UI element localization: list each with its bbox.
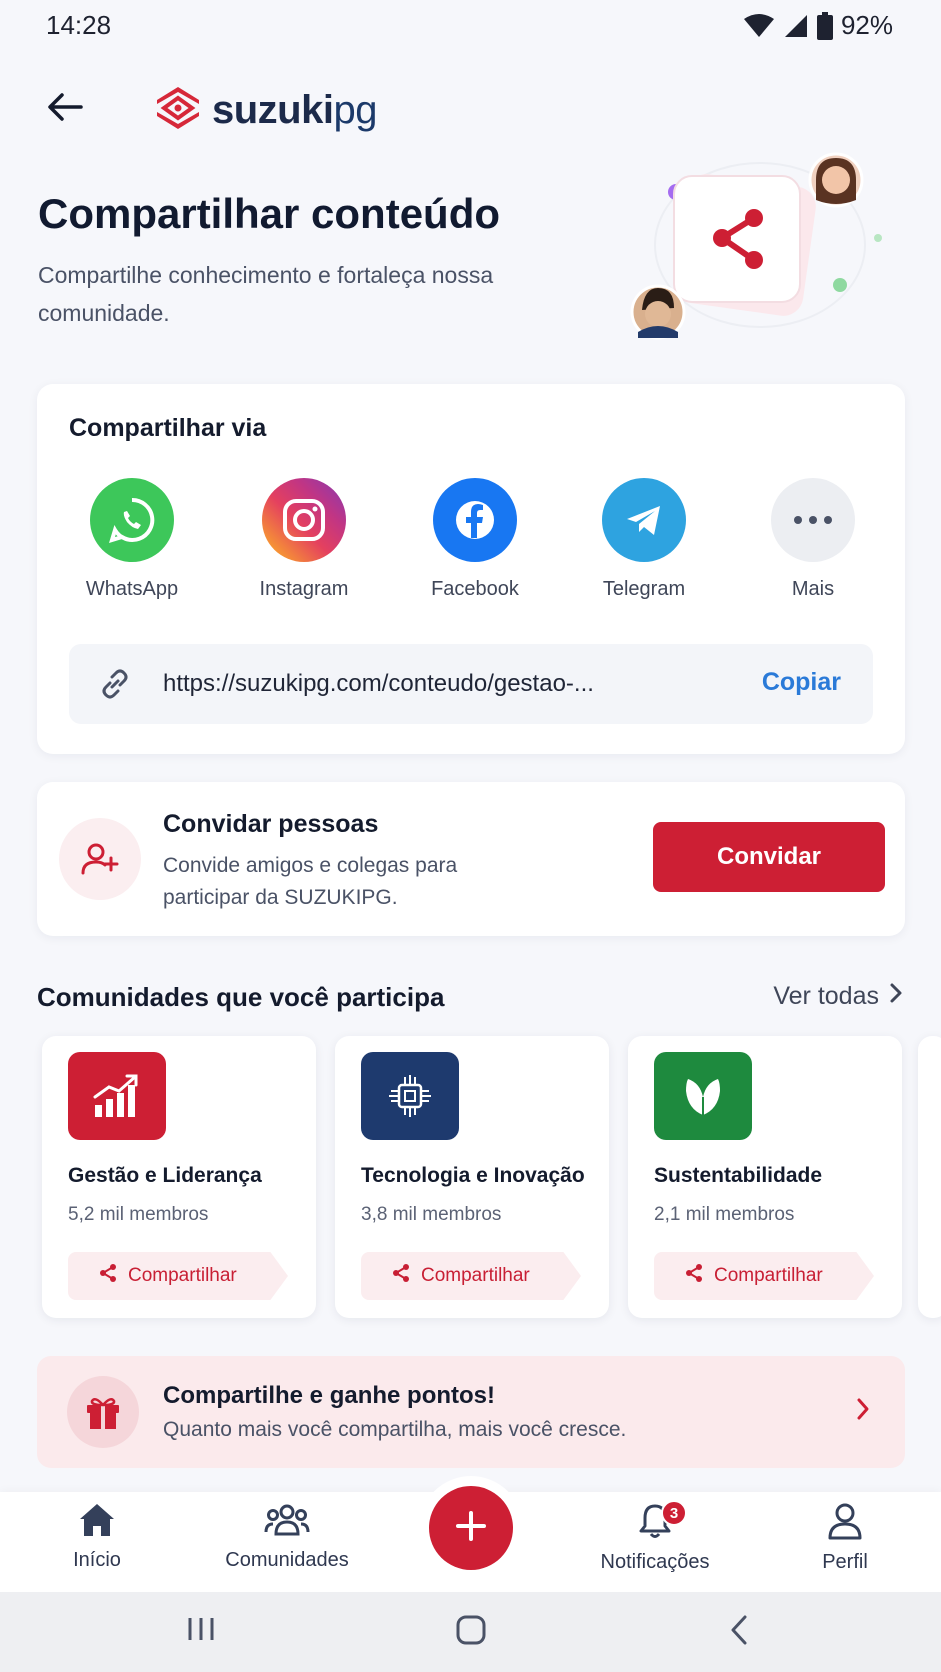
growth-chart-icon: [68, 1052, 166, 1140]
share-card: Compartilhar via WhatsApp Instagram Face…: [37, 384, 905, 754]
wifi-icon: [743, 13, 775, 39]
community-share-button[interactable]: Compartilhar: [361, 1252, 581, 1300]
community-name: Tecnologia e Inovação: [361, 1164, 585, 1187]
share-icon: [98, 1263, 118, 1289]
share-facebook-label: Facebook: [431, 578, 519, 600]
add-user-icon: [59, 818, 141, 900]
brand-name-suffix: pg: [333, 88, 377, 132]
instagram-icon: [262, 478, 346, 562]
share-whatsapp-button[interactable]: WhatsApp: [57, 478, 207, 601]
community-share-label: Compartilhar: [128, 1265, 237, 1286]
user-icon: [827, 1502, 863, 1545]
status-bar: 14:28 92%: [0, 0, 941, 50]
nav-label-notifications: Notificações: [600, 1551, 710, 1573]
nav-item-home[interactable]: Início: [17, 1502, 177, 1572]
community-card[interactable]: Sustentabilidade 2,1 mil membros Compart…: [628, 1036, 902, 1318]
share-icon: [684, 1263, 704, 1289]
nav-label-home: Início: [73, 1549, 121, 1571]
communities-section-title: Comunidades que você participa: [37, 982, 445, 1012]
logo-icon: [154, 84, 202, 137]
invite-button[interactable]: Convidar: [653, 822, 885, 892]
share-instagram-label: Instagram: [259, 578, 349, 600]
nav-label-profile: Perfil: [822, 1551, 868, 1573]
people-icon: [264, 1502, 310, 1543]
plus-icon: [455, 1510, 487, 1547]
community-share-label: Compartilhar: [421, 1265, 530, 1286]
share-instagram-button[interactable]: Instagram: [229, 478, 379, 601]
invite-title: Convidar pessoas: [163, 810, 379, 838]
battery-icon: [816, 11, 833, 40]
share-icon: [391, 1263, 411, 1289]
telegram-icon: [602, 478, 686, 562]
more-icon: [771, 478, 855, 562]
signal-icon: [783, 13, 809, 39]
nav-label-communities: Comunidades: [225, 1549, 349, 1571]
community-members: 3,8 mil membros: [361, 1204, 502, 1225]
link-icon: [99, 668, 131, 705]
share-more-button[interactable]: Mais: [738, 478, 888, 601]
community-card-peek: [918, 1036, 941, 1318]
whatsapp-icon: [90, 478, 174, 562]
home-button-icon[interactable]: [455, 1614, 487, 1651]
share-link-text: https://suzukipg.com/conteudo/gestao-...: [163, 670, 594, 697]
create-post-button[interactable]: [429, 1486, 513, 1570]
brand-name-main: suzuki: [212, 88, 334, 132]
recent-apps-icon[interactable]: [186, 1614, 216, 1649]
share-more-label: Mais: [791, 578, 835, 600]
system-navigation-bar: [0, 1592, 941, 1672]
chevron-right-icon: [889, 982, 903, 1011]
see-all-link[interactable]: Ver todas: [773, 982, 903, 1011]
copy-link-button[interactable]: Copiar: [762, 668, 841, 697]
share-telegram-button[interactable]: Telegram: [569, 478, 719, 601]
nav-item-notifications[interactable]: 3 Notificações: [575, 1500, 735, 1574]
community-share-button[interactable]: Compartilhar: [68, 1252, 288, 1300]
page-title: Compartilhar conteúdo: [38, 190, 501, 237]
points-banner[interactable]: Compartilhe e ganhe pontos! Quanto mais …: [37, 1356, 905, 1468]
nav-item-communities[interactable]: Comunidades: [207, 1502, 367, 1572]
arrow-left-icon: [47, 92, 83, 127]
see-all-label: Ver todas: [773, 982, 879, 1010]
community-card[interactable]: Tecnologia e Inovação 3,8 mil membros Co…: [335, 1036, 609, 1318]
community-name: Sustentabilidade: [654, 1164, 823, 1187]
gift-icon: [67, 1376, 139, 1448]
status-time: 14:28: [46, 10, 112, 40]
share-whatsapp-label: WhatsApp: [85, 578, 179, 600]
brand-name: suzukipg: [212, 88, 377, 133]
community-share-button[interactable]: Compartilhar: [654, 1252, 874, 1300]
facebook-icon: [433, 478, 517, 562]
system-back-icon[interactable]: [728, 1614, 750, 1651]
brand-logo: suzukipg: [154, 84, 377, 137]
community-share-label: Compartilhar: [714, 1265, 823, 1286]
share-facebook-button[interactable]: Facebook: [400, 478, 550, 601]
invite-card: Convidar pessoas Convide amigos e colega…: [37, 782, 905, 936]
community-name: Gestão e Liderança: [68, 1164, 262, 1187]
chevron-right-icon: [855, 1396, 871, 1427]
share-telegram-label: Telegram: [602, 578, 686, 600]
notification-badge: 3: [661, 1500, 687, 1526]
link-field[interactable]: https://suzukipg.com/conteudo/gestao-...…: [69, 644, 873, 724]
status-icons: 92%: [743, 10, 893, 41]
chip-icon: [361, 1052, 459, 1140]
battery-level: 92%: [840, 10, 893, 40]
home-icon: [78, 1502, 116, 1543]
nav-item-profile[interactable]: Perfil: [765, 1502, 925, 1574]
points-title: Compartilhe e ganhe pontos!: [163, 1382, 496, 1409]
page-subtitle: Compartilhe conhecimento e fortaleça nos…: [38, 262, 494, 326]
leaf-icon: [654, 1052, 752, 1140]
community-members: 2,1 mil membros: [654, 1204, 795, 1225]
back-button[interactable]: [40, 84, 90, 134]
community-members: 5,2 mil membros: [68, 1204, 209, 1225]
share-section-title: Compartilhar via: [69, 414, 267, 442]
points-description: Quanto mais você compartilha, mais você …: [163, 1418, 627, 1441]
community-card[interactable]: Gestão e Liderança 5,2 mil membros Compa…: [42, 1036, 316, 1318]
invite-description: Convide amigos e colegas para participar…: [163, 854, 458, 909]
hero-illustration: [630, 150, 900, 350]
